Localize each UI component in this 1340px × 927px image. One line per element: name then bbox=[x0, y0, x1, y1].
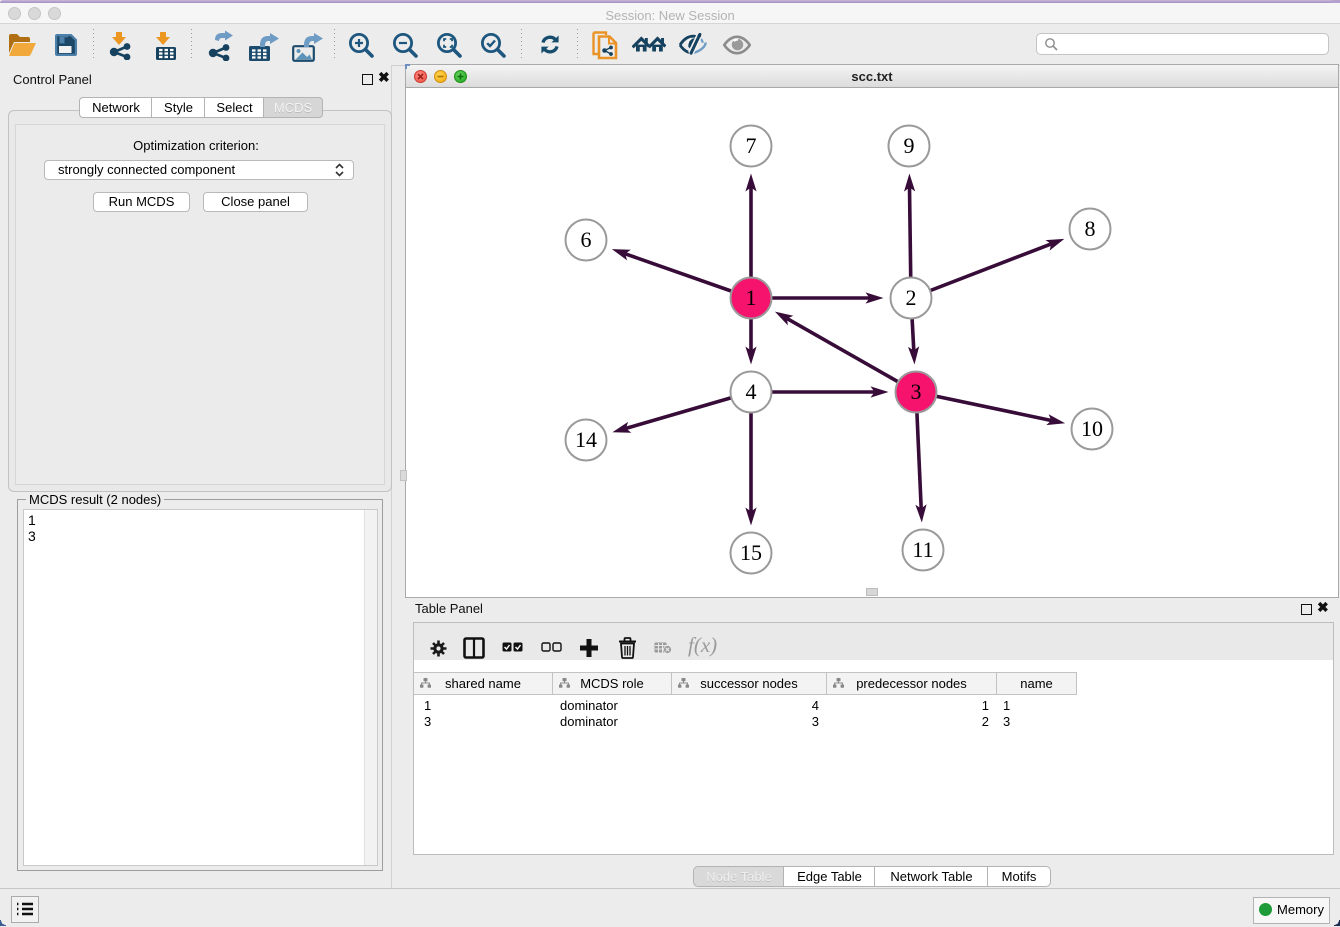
svg-text:15: 15 bbox=[740, 540, 762, 565]
svg-text:1: 1 bbox=[746, 285, 757, 310]
svg-text:3: 3 bbox=[911, 379, 922, 404]
svg-text:2: 2 bbox=[906, 285, 917, 310]
svg-text:6: 6 bbox=[581, 227, 592, 252]
svg-text:10: 10 bbox=[1081, 416, 1103, 441]
svg-text:11: 11 bbox=[912, 537, 933, 562]
svg-text:14: 14 bbox=[575, 427, 597, 452]
svg-text:7: 7 bbox=[746, 133, 757, 158]
svg-text:9: 9 bbox=[904, 133, 915, 158]
svg-text:8: 8 bbox=[1085, 216, 1096, 241]
svg-text:4: 4 bbox=[746, 379, 757, 404]
